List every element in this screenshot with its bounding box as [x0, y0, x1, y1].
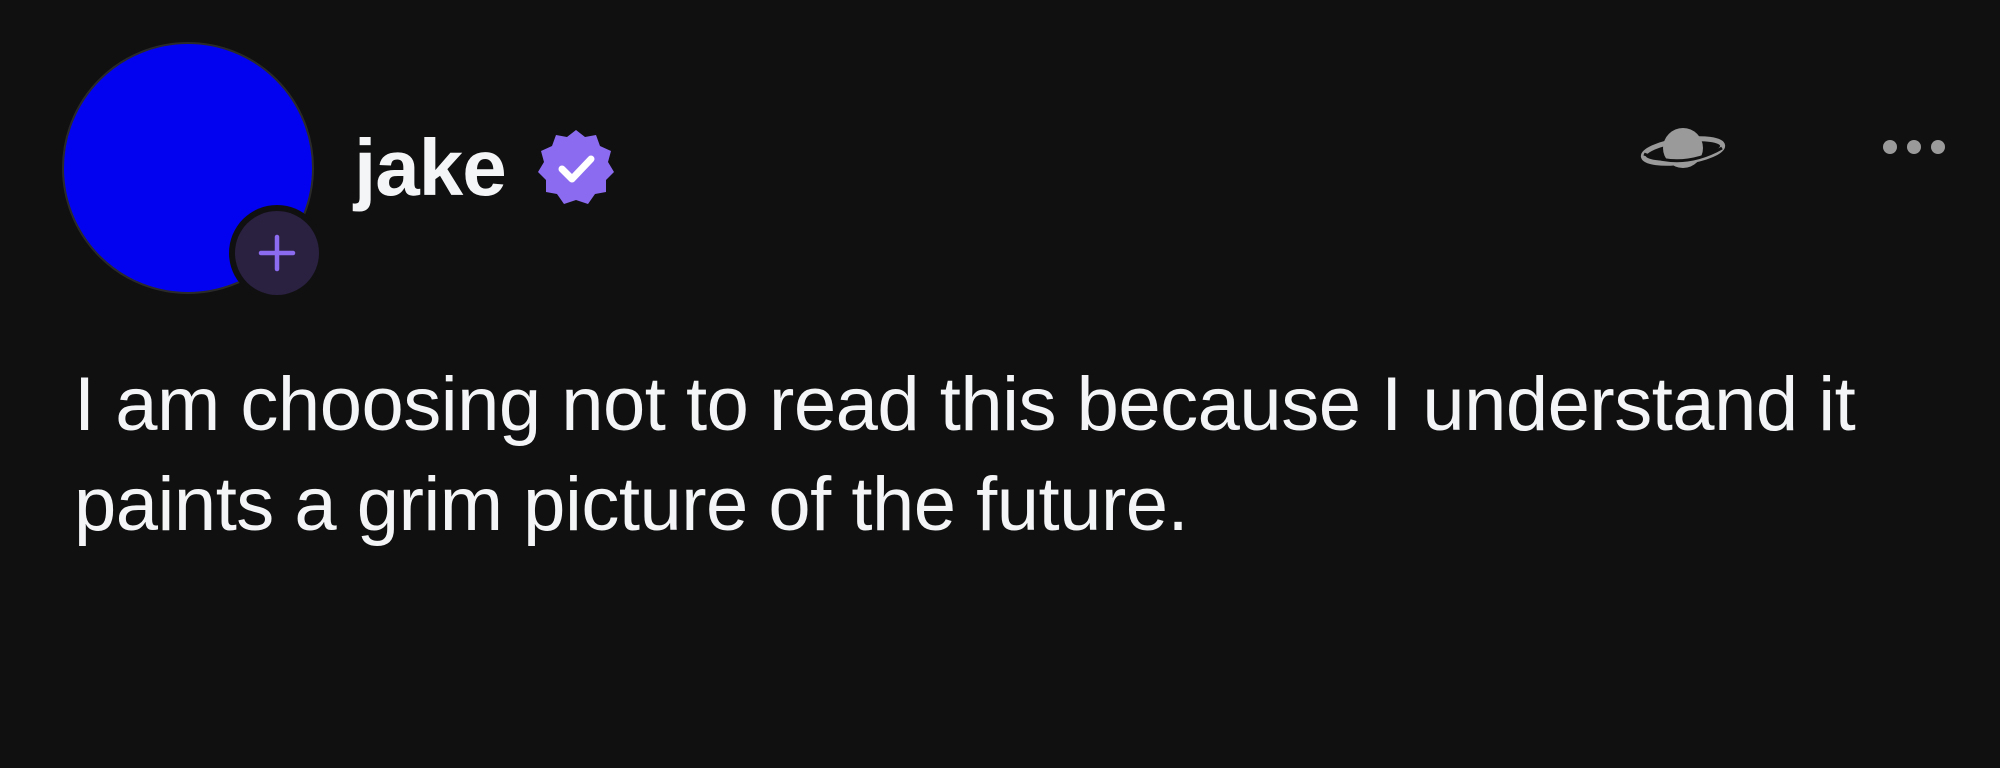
- follow-button[interactable]: [229, 205, 325, 301]
- plus-icon: [258, 234, 296, 272]
- post-card: jake I am choosing not to read this beca…: [0, 0, 2000, 768]
- follow-button-inner: [235, 211, 319, 295]
- avatar-container: [62, 42, 325, 301]
- username[interactable]: jake: [354, 128, 507, 208]
- post-body-text: I am choosing not to read this because I…: [74, 362, 1856, 547]
- planet-icon[interactable]: [1638, 118, 1728, 178]
- verified-badge-icon: [537, 130, 614, 204]
- more-options-icon[interactable]: [1878, 132, 1950, 162]
- author-row: jake: [354, 118, 618, 218]
